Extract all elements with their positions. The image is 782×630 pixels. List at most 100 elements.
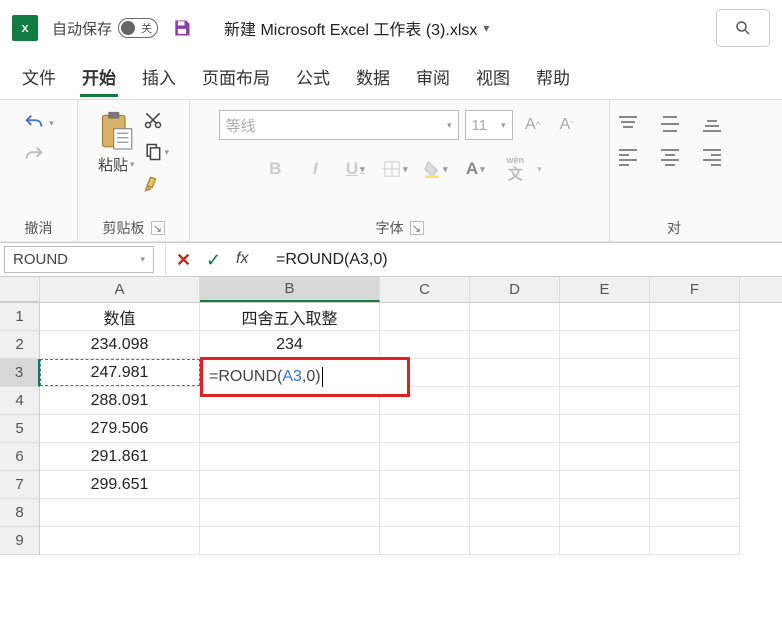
- tab-view[interactable]: 视图: [474, 60, 512, 99]
- cell[interactable]: 288.091: [40, 387, 200, 415]
- cell[interactable]: [200, 527, 380, 555]
- cell[interactable]: [380, 499, 470, 527]
- cell[interactable]: [560, 527, 650, 555]
- cell[interactable]: [470, 331, 560, 359]
- row-header[interactable]: 9: [0, 527, 40, 555]
- align-bottom-button[interactable]: [701, 114, 731, 137]
- cell[interactable]: [380, 443, 470, 471]
- fill-color-button[interactable]: ▾: [417, 154, 453, 184]
- cell[interactable]: [200, 415, 380, 443]
- cell-edit-overlay[interactable]: =ROUND(A3,0): [200, 357, 410, 397]
- cell[interactable]: [650, 331, 740, 359]
- name-box[interactable]: ROUND ▾: [4, 246, 154, 273]
- cell[interactable]: [380, 331, 470, 359]
- cell[interactable]: 279.506: [40, 415, 200, 443]
- tab-formulas[interactable]: 公式: [294, 60, 332, 99]
- cell[interactable]: [560, 471, 650, 499]
- cell[interactable]: [40, 499, 200, 527]
- align-middle-button[interactable]: [659, 114, 689, 137]
- redo-button[interactable]: [23, 144, 45, 166]
- align-top-button[interactable]: [617, 114, 647, 137]
- cell[interactable]: [560, 387, 650, 415]
- autosave-switch[interactable]: 关: [118, 18, 158, 38]
- row-header[interactable]: 3: [0, 359, 40, 387]
- search-button[interactable]: [716, 9, 770, 47]
- increase-font-button[interactable]: A^: [519, 111, 547, 139]
- copy-button[interactable]: ▾: [143, 142, 170, 162]
- cell[interactable]: [650, 527, 740, 555]
- cell[interactable]: [650, 471, 740, 499]
- tab-data[interactable]: 数据: [354, 60, 392, 99]
- row-header[interactable]: 2: [0, 331, 40, 359]
- row-header[interactable]: 6: [0, 443, 40, 471]
- formula-input[interactable]: [266, 243, 782, 276]
- cell[interactable]: [560, 499, 650, 527]
- cell[interactable]: 数值: [40, 303, 200, 331]
- cell[interactable]: 299.651: [40, 471, 200, 499]
- row-header[interactable]: 7: [0, 471, 40, 499]
- italic-button[interactable]: I: [297, 154, 333, 184]
- select-all-corner[interactable]: [0, 277, 40, 302]
- col-header-F[interactable]: F: [650, 277, 740, 302]
- cell[interactable]: [380, 415, 470, 443]
- col-header-E[interactable]: E: [560, 277, 650, 302]
- cell[interactable]: 234.098: [40, 331, 200, 359]
- col-header-B[interactable]: B: [200, 277, 380, 302]
- cell[interactable]: [380, 471, 470, 499]
- cell[interactable]: [560, 415, 650, 443]
- cell[interactable]: [560, 443, 650, 471]
- align-right-button[interactable]: [701, 147, 731, 170]
- cell[interactable]: [470, 471, 560, 499]
- align-left-button[interactable]: [617, 147, 647, 170]
- cell[interactable]: 247.981: [40, 359, 200, 387]
- cell[interactable]: [470, 303, 560, 331]
- row-header[interactable]: 4: [0, 387, 40, 415]
- filename[interactable]: 新建 Microsoft Excel 工作表 (3).xlsx ▾: [224, 16, 489, 40]
- cell[interactable]: [470, 359, 560, 387]
- cell[interactable]: 291.861: [40, 443, 200, 471]
- font-size-combo[interactable]: 11▾: [465, 110, 513, 140]
- cell[interactable]: [470, 415, 560, 443]
- tab-file[interactable]: 文件: [20, 60, 58, 99]
- paste-button[interactable]: 粘贴▾: [98, 110, 135, 175]
- format-painter-button[interactable]: [143, 174, 170, 194]
- font-color-button[interactable]: A ▾: [457, 154, 493, 184]
- underline-button[interactable]: U ▾: [337, 154, 373, 184]
- font-launcher[interactable]: ↘: [410, 221, 424, 235]
- autosave-toggle[interactable]: 自动保存 关: [52, 18, 158, 39]
- cancel-formula-button[interactable]: ✕: [176, 250, 196, 270]
- cell[interactable]: [470, 499, 560, 527]
- tab-insert[interactable]: 插入: [140, 60, 178, 99]
- cut-button[interactable]: [143, 110, 170, 130]
- row-header[interactable]: 8: [0, 499, 40, 527]
- cell[interactable]: [560, 303, 650, 331]
- cell[interactable]: 四舍五入取整: [200, 303, 380, 331]
- align-center-button[interactable]: [659, 147, 689, 170]
- cell[interactable]: [650, 303, 740, 331]
- undo-button[interactable]: ▾: [23, 112, 54, 134]
- cell[interactable]: [470, 527, 560, 555]
- save-button[interactable]: [172, 18, 192, 38]
- cell[interactable]: 234: [200, 331, 380, 359]
- tab-home[interactable]: 开始: [80, 60, 118, 99]
- cell[interactable]: [380, 527, 470, 555]
- tab-review[interactable]: 审阅: [414, 60, 452, 99]
- row-header[interactable]: 1: [0, 303, 40, 331]
- col-header-C[interactable]: C: [380, 277, 470, 302]
- cell[interactable]: [380, 303, 470, 331]
- cell[interactable]: [650, 415, 740, 443]
- decrease-font-button[interactable]: Aˇ: [553, 111, 581, 139]
- cell[interactable]: [40, 527, 200, 555]
- border-button[interactable]: ▾: [377, 154, 413, 184]
- cell[interactable]: [200, 443, 380, 471]
- cell[interactable]: [560, 331, 650, 359]
- cell[interactable]: [650, 359, 740, 387]
- col-header-D[interactable]: D: [470, 277, 560, 302]
- font-name-combo[interactable]: 等线▾: [219, 110, 459, 140]
- phonetic-button[interactable]: wén文: [497, 154, 533, 184]
- cell[interactable]: [200, 499, 380, 527]
- cell[interactable]: [470, 387, 560, 415]
- clipboard-launcher[interactable]: ↘: [151, 221, 165, 235]
- cell[interactable]: [650, 443, 740, 471]
- cell[interactable]: [560, 359, 650, 387]
